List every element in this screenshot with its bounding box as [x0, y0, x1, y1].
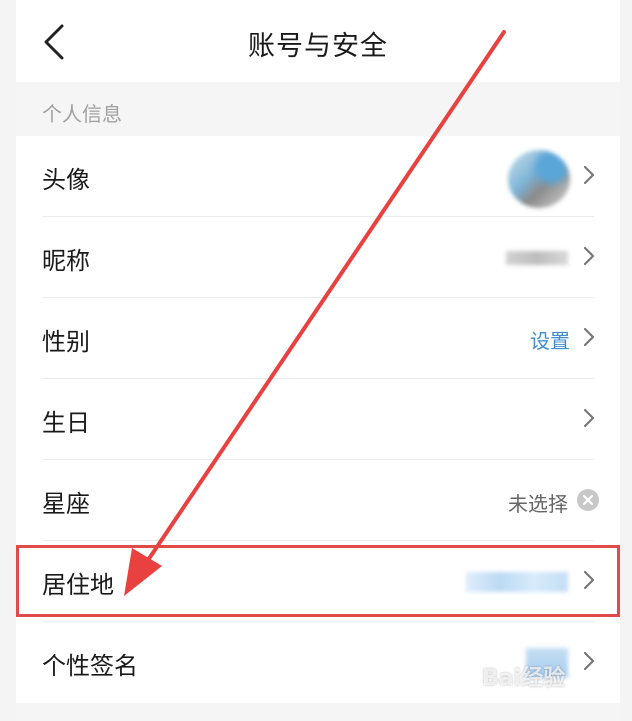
residence-value-blurred: [466, 572, 568, 592]
avatar: [508, 150, 570, 208]
row-label: 头像: [42, 166, 90, 194]
nickname-value-blurred: [506, 251, 568, 265]
gender-set-link[interactable]: 设置: [530, 325, 570, 354]
top-bar: 账号与安全: [16, 0, 620, 82]
watermark: Bai经验: [482, 666, 566, 691]
clear-icon[interactable]: [577, 489, 599, 511]
row-residence[interactable]: 居住地: [16, 541, 620, 622]
constellation-value: 未选择: [508, 492, 568, 516]
row-label: 性别: [42, 328, 90, 356]
row-gender[interactable]: 性别 设置: [16, 298, 620, 379]
chevron-right-icon: [582, 650, 596, 672]
row-label: 昵称: [42, 247, 90, 275]
chevron-right-icon: [582, 326, 596, 348]
screen: 账号与安全 个人信息 头像 昵称 性别 设置 生日 星座 未选择 居住地 个性签…: [16, 0, 620, 721]
row-label: 个性签名: [42, 652, 138, 680]
row-constellation[interactable]: 星座 未选择: [16, 460, 620, 541]
page-title: 账号与安全: [248, 31, 388, 62]
chevron-right-icon: [582, 569, 596, 591]
chevron-right-icon: [582, 245, 596, 267]
row-birthday[interactable]: 生日: [16, 379, 620, 460]
row-nickname[interactable]: 昵称: [16, 217, 620, 298]
chevron-right-icon: [582, 164, 596, 186]
settings-list: 头像 昵称 性别 设置 生日 星座 未选择 居住地 个性签名: [16, 136, 620, 703]
section-label: 个人信息: [42, 102, 122, 126]
row-avatar[interactable]: 头像: [16, 136, 620, 217]
chevron-right-icon: [582, 407, 596, 429]
row-label: 生日: [42, 409, 90, 437]
row-label: 星座: [42, 490, 90, 518]
row-label: 居住地: [42, 571, 114, 599]
